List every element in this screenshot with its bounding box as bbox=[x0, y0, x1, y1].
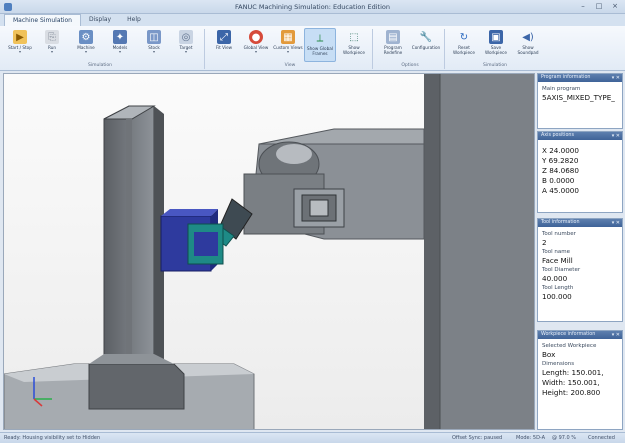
status-bar: Ready: Housing visibility set to Hidden … bbox=[0, 432, 625, 443]
status-connection: Connected bbox=[588, 435, 615, 441]
custom-views-button[interactable]: ▦ Custom Views ▾ bbox=[272, 28, 304, 62]
axis-positions-panel: Axis positions ▾ ✕ X 24.0000 Y 69.2820 Z … bbox=[537, 131, 623, 213]
main-program-value: 5AXIS_MIXED_TYPE_ bbox=[542, 93, 615, 102]
panel-controls-icon[interactable]: ▾ ✕ bbox=[612, 132, 620, 140]
global-view-icon: ● bbox=[249, 30, 263, 44]
title-bar: FANUC Machining Simulation: Education Ed… bbox=[0, 0, 625, 14]
tab-display[interactable]: Display bbox=[81, 14, 119, 26]
status-offset-sync: Offset Sync: paused bbox=[452, 435, 503, 441]
main-program-label: Main program bbox=[542, 86, 581, 92]
tab-help[interactable]: Help bbox=[119, 14, 149, 26]
selected-workpiece-value: Box bbox=[542, 350, 556, 359]
close-button[interactable]: × bbox=[609, 2, 621, 11]
group-label-options: Options bbox=[401, 63, 419, 68]
group-label-simulation-2: Simulation bbox=[483, 63, 507, 68]
tool-name-value: Face Mill bbox=[542, 256, 573, 265]
dimension-height: Height: 200.800 bbox=[542, 388, 601, 397]
selected-workpiece-label: Selected Workpiece bbox=[542, 343, 597, 349]
run-icon: ⎘ bbox=[45, 30, 59, 44]
target-button[interactable]: ◎ Target ▾ bbox=[170, 28, 202, 62]
group-separator bbox=[204, 29, 205, 69]
maximize-button[interactable]: □ bbox=[593, 2, 605, 11]
tool-number-label: Tool number bbox=[542, 231, 576, 237]
axis-z-value: Z 84.0680 bbox=[542, 166, 579, 175]
tool-length-value: 100.000 bbox=[542, 292, 572, 301]
axis-y-value: Y 69.2820 bbox=[542, 156, 579, 165]
reset-icon: ↻ bbox=[459, 31, 469, 43]
panel-header: Program information bbox=[541, 75, 591, 80]
status-speed: @ 97.0 % bbox=[552, 435, 577, 441]
ribbon-tabs: Machine Simulation Display Help bbox=[0, 14, 625, 26]
configuration-button[interactable]: 🔧 Configuration bbox=[410, 28, 442, 62]
ribbon: ▶ Start / Stop ▾ ⎘ Run ▾ ⚙ Machine ▾ ✦ M… bbox=[0, 26, 625, 71]
program-icon: ▤ bbox=[386, 30, 400, 44]
status-mode: Mode: 5D-A bbox=[516, 435, 546, 441]
start-stop-button[interactable]: ▶ Start / Stop ▾ bbox=[4, 28, 36, 62]
machine-icon: ⚙ bbox=[79, 30, 93, 44]
program-redefine-button[interactable]: ▤ Program Redefine bbox=[377, 28, 409, 62]
axis-b-value: B 0.0000 bbox=[542, 176, 575, 185]
global-view-button[interactable]: ● Global View ▾ bbox=[240, 28, 272, 62]
status-message: Ready: Housing visibility set to Hidden bbox=[4, 435, 101, 441]
target-icon: ◎ bbox=[179, 30, 193, 44]
tab-machine-simulation[interactable]: Machine Simulation bbox=[4, 14, 81, 26]
fit-view-icon: ⤢ bbox=[217, 30, 231, 44]
stock-button[interactable]: ◫ Stock ▾ bbox=[138, 28, 170, 62]
panel-controls-icon[interactable]: ▾ ✕ bbox=[612, 74, 620, 82]
axis-a-value: A 45.0000 bbox=[542, 186, 579, 195]
dimension-length: Length: 150.001, bbox=[542, 368, 604, 377]
machine-button[interactable]: ⚙ Machine ▾ bbox=[70, 28, 102, 62]
start-icon: ▶ bbox=[13, 30, 27, 44]
tool-diameter-value: 40.000 bbox=[542, 274, 568, 283]
models-button[interactable]: ✦ Models ▾ bbox=[104, 28, 136, 62]
tool-name-label: Tool name bbox=[542, 249, 571, 255]
program-information-panel: Program information ▾ ✕ Main program 5AXI… bbox=[537, 73, 623, 129]
group-separator bbox=[372, 29, 373, 69]
show-soundpad-button[interactable]: ◀) Show Soundpad bbox=[512, 28, 544, 62]
group-separator bbox=[444, 29, 445, 69]
wrench-icon: 🔧 bbox=[419, 31, 433, 43]
fit-view-button[interactable]: ⤢ Fit View bbox=[208, 28, 240, 62]
panel-controls-icon[interactable]: ▾ ✕ bbox=[612, 219, 620, 227]
models-icon: ✦ bbox=[113, 30, 127, 44]
show-workpiece-button[interactable]: ⬚ Show Workpiece bbox=[338, 28, 370, 62]
panel-controls-icon[interactable]: ▾ ✕ bbox=[612, 331, 620, 339]
dimensions-label: Dimensions bbox=[542, 361, 575, 367]
minimize-button[interactable]: – bbox=[577, 2, 589, 11]
tool-diameter-label: Tool Diameter bbox=[542, 267, 581, 273]
dimension-width: Width: 150.001, bbox=[542, 378, 600, 387]
panel-header: Tool information bbox=[541, 220, 580, 225]
panel-header: Workpiece information bbox=[541, 332, 596, 337]
show-global-frames-button[interactable]: ⟂ Show Global Frames bbox=[304, 28, 336, 62]
machine-column bbox=[424, 74, 534, 429]
group-label-view: View bbox=[284, 63, 296, 68]
custom-views-icon: ▦ bbox=[281, 30, 295, 44]
window-title: FANUC Machining Simulation: Education Ed… bbox=[235, 3, 390, 11]
stock-icon: ◫ bbox=[147, 30, 161, 44]
save-icon: ▣ bbox=[489, 30, 503, 44]
simulation-viewport[interactable] bbox=[3, 73, 535, 430]
tool-length-label: Tool Length bbox=[542, 285, 574, 291]
group-label-simulation: Simulation bbox=[88, 63, 112, 68]
reset-workpiece-button[interactable]: ↻ Reset Workpiece bbox=[448, 28, 480, 62]
machine-scene bbox=[4, 74, 534, 429]
global-frames-icon: ⟂ bbox=[316, 32, 324, 44]
run-button[interactable]: ⎘ Run ▾ bbox=[36, 28, 68, 62]
tool-information-panel: Tool information ▾ ✕ Tool number 2 Tool n… bbox=[537, 218, 623, 322]
save-workpiece-button[interactable]: ▣ Save Workpiece bbox=[480, 28, 512, 62]
workpiece-icon: ⬚ bbox=[349, 31, 359, 43]
tool-number-value: 2 bbox=[542, 238, 547, 247]
workpiece-information-panel: Workpiece information ▾ ✕ Selected Workpi… bbox=[537, 330, 623, 430]
axis-x-value: X 24.0000 bbox=[542, 146, 579, 155]
soundpad-icon: ◀) bbox=[522, 31, 534, 43]
panel-header: Axis positions bbox=[541, 133, 574, 138]
